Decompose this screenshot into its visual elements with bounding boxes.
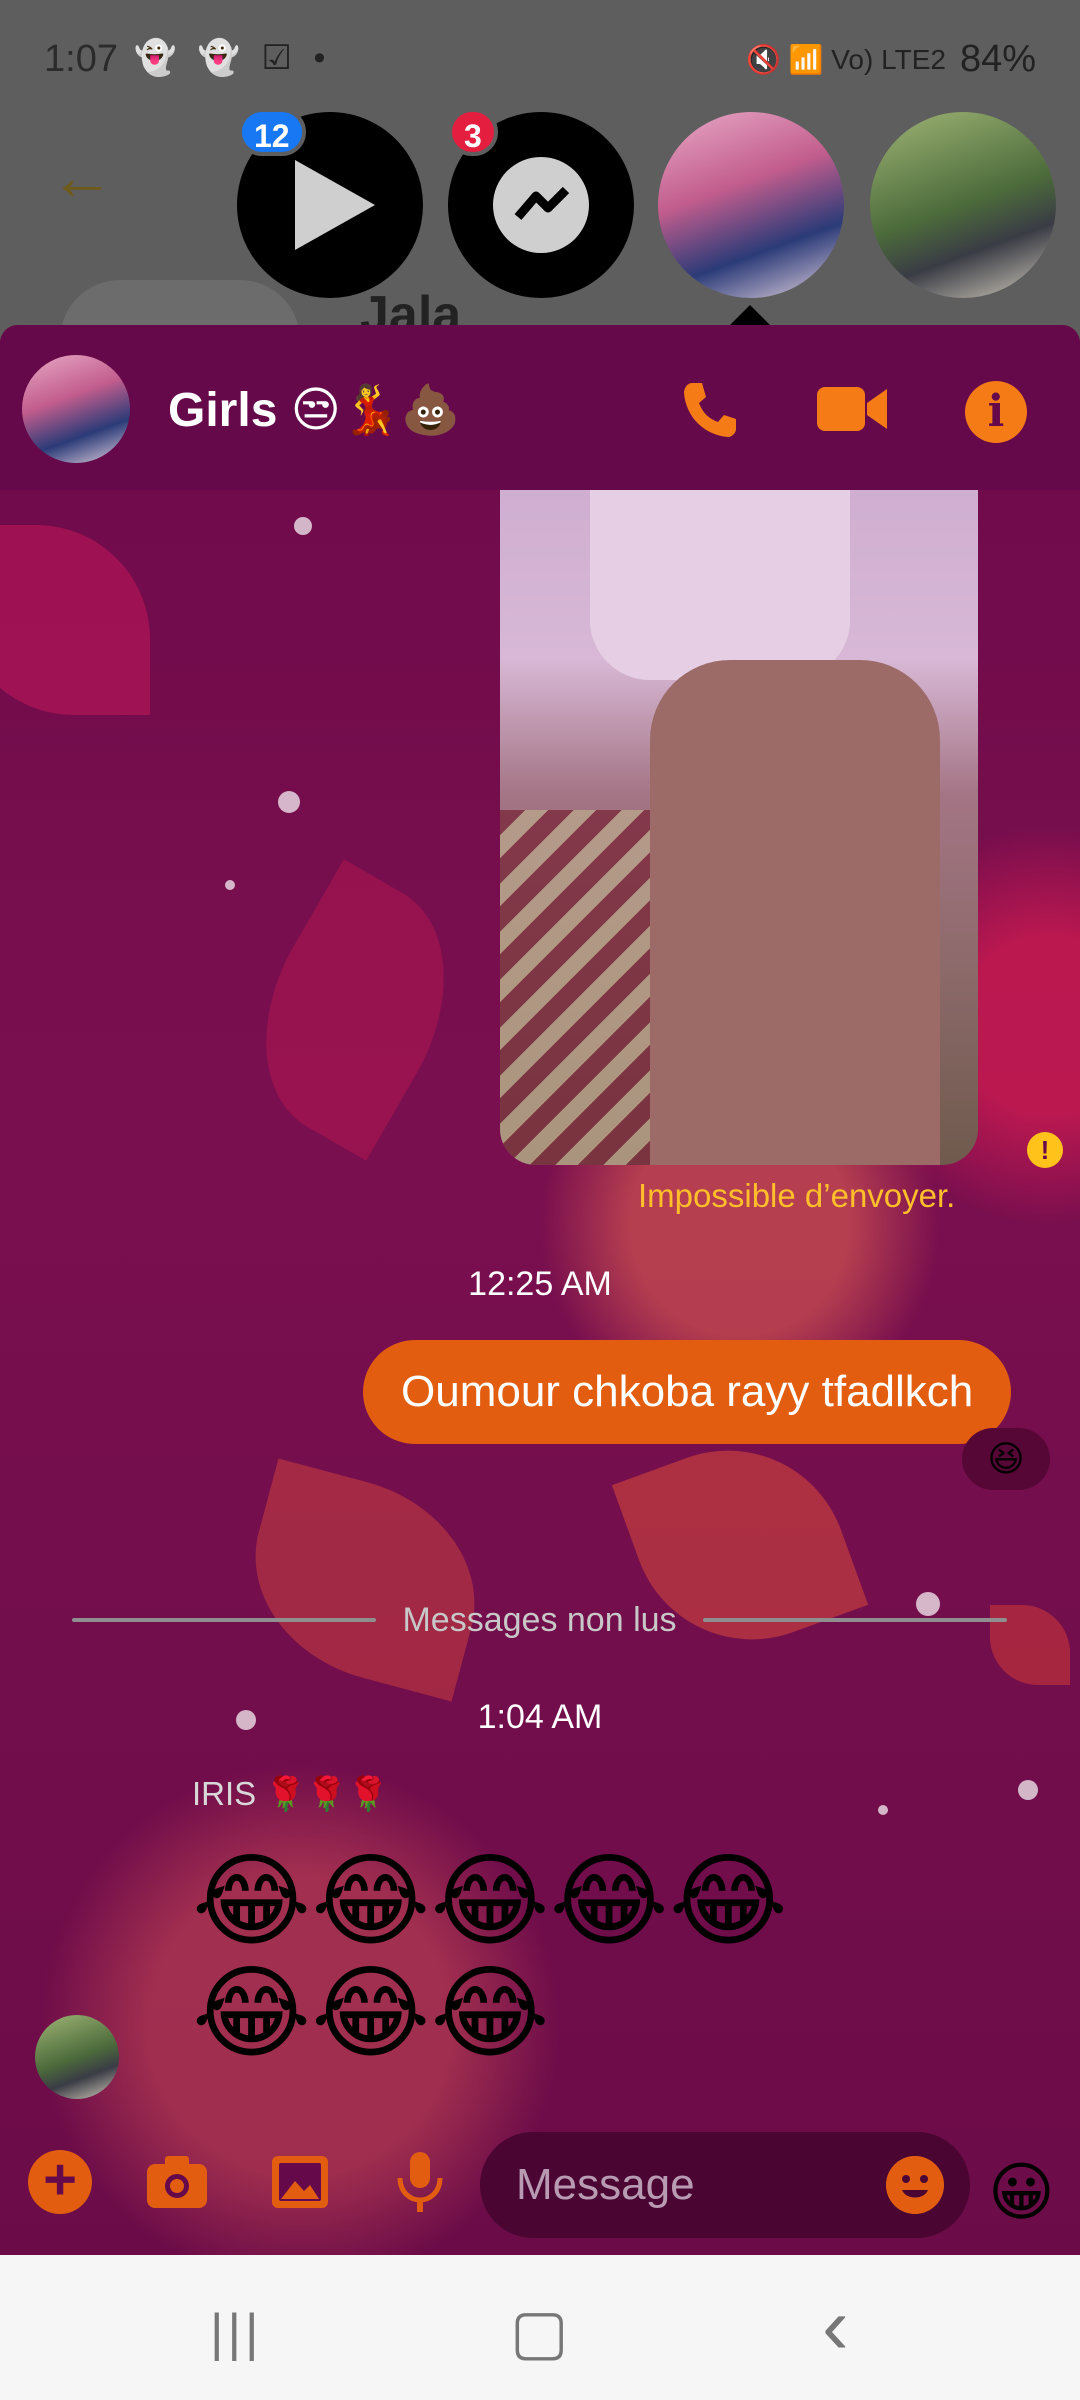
- divider-line: [72, 1618, 377, 1622]
- battery-level: 84%: [959, 38, 1036, 80]
- group-avatar[interactable]: [22, 355, 130, 463]
- sender-name: IRIS 🌹🌹🌹: [192, 1775, 389, 1812]
- home-icon[interactable]: ▢: [510, 2295, 569, 2368]
- status-bar: 1:07 👻 👻 ☑ • 🔇 📶 Vo) LTE2 84%: [0, 0, 1080, 110]
- divider-line: [702, 1618, 1008, 1622]
- decor-leaf: [218, 859, 492, 1161]
- video-badge: 12: [238, 108, 306, 156]
- chat-head-person[interactable]: [870, 112, 1056, 298]
- chat-header: Girls 😒💃💩 i: [0, 325, 1080, 490]
- chat-head-group[interactable]: [658, 112, 844, 298]
- decor-leaf: [229, 1458, 501, 1702]
- signal-icons: 🔇 📶 Vo) LTE2: [746, 44, 946, 75]
- sender-avatar[interactable]: [35, 2015, 119, 2099]
- sent-photo[interactable]: [500, 490, 978, 1165]
- message-reaction[interactable]: 😆: [962, 1428, 1050, 1490]
- unread-divider: Messages non lus: [72, 1595, 1008, 1645]
- send-error-text[interactable]: Impossible d’envoyer.: [638, 1177, 955, 1215]
- decor-dot: [878, 1805, 888, 1815]
- quick-emoji-button[interactable]: 😀: [988, 2155, 1055, 2230]
- message-input[interactable]: Message: [480, 2132, 970, 2238]
- status-time: 1:07: [44, 38, 118, 80]
- decor-dot: [294, 517, 312, 535]
- messenger-badge: 3: [448, 108, 498, 156]
- emoji-picker-icon[interactable]: [886, 2156, 944, 2214]
- info-icon[interactable]: i: [965, 381, 1027, 443]
- chat-sheet: Girls 😒💃💩 i ! Impossible d’envoyer. 12:2…: [0, 325, 1080, 2255]
- timestamp: 1:04 AM: [477, 1698, 603, 1736]
- notification-icons: 👻 👻 ☑ •: [134, 39, 332, 77]
- decor-dot: [278, 791, 300, 813]
- received-emoji-message[interactable]: 😂😂😂😂😂😂😂😂: [192, 1845, 812, 2069]
- decor-dot: [225, 880, 235, 890]
- recents-icon[interactable]: |||: [210, 2303, 263, 2363]
- active-head-pointer: [730, 305, 770, 325]
- camera-icon[interactable]: [145, 2150, 209, 2214]
- chat-title[interactable]: Girls 😒💃💩: [168, 381, 460, 438]
- composer: + Message 😀: [0, 2105, 1080, 2255]
- phone-call-icon[interactable]: [678, 377, 742, 441]
- plus-icon[interactable]: +: [28, 2150, 92, 2214]
- sent-message-bubble[interactable]: Oumour chkoba rayy tfadlkch: [363, 1340, 1012, 1444]
- decor-leaf: [0, 525, 150, 715]
- back-icon[interactable]: ‹: [822, 2280, 849, 2372]
- decor-dot: [1018, 1780, 1038, 1800]
- warning-icon[interactable]: !: [1027, 1132, 1063, 1168]
- message-placeholder: Message: [516, 2160, 695, 2209]
- video-call-icon[interactable]: [815, 381, 889, 437]
- timestamp: 12:25 AM: [468, 1265, 612, 1303]
- back-arrow-icon: ←: [50, 141, 114, 213]
- status-right-icons: 🔇 📶 Vo) LTE2 84%: [746, 38, 1036, 81]
- gallery-icon[interactable]: [268, 2150, 332, 2214]
- system-nav-bar: ||| ▢ ‹: [0, 2255, 1080, 2400]
- unread-label: Messages non lus: [402, 1600, 677, 1639]
- microphone-icon[interactable]: [388, 2150, 452, 2214]
